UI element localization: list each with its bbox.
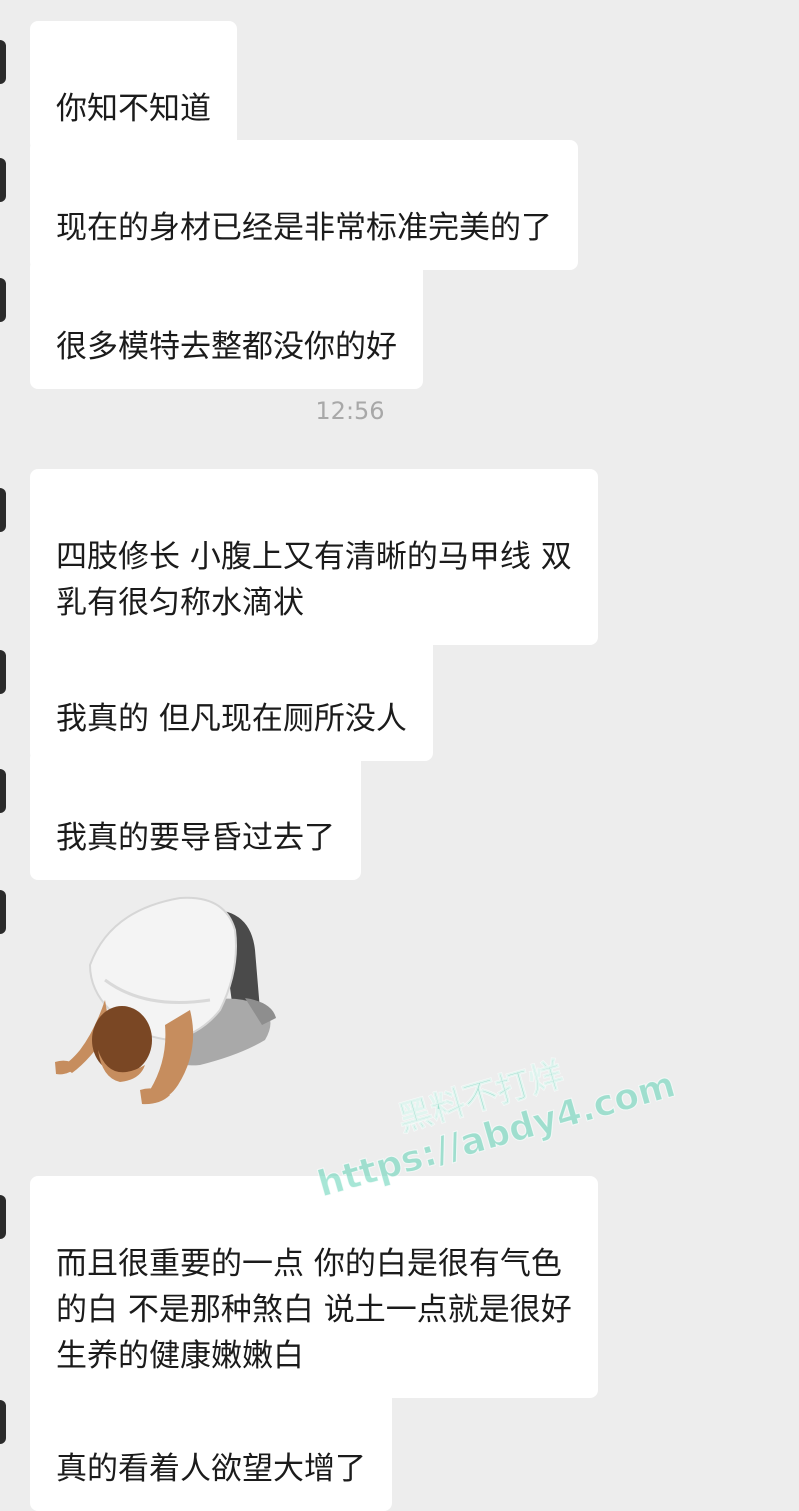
message-bubble[interactable]: 很多模特去整都没你的好 <box>30 259 423 389</box>
message-text: 现在的身材已经是非常标准完美的了 <box>56 210 552 246</box>
message-bubble[interactable]: 四肢修长 小腹上又有清晰的马甲线 双 乳有很匀称水滴状 <box>30 469 598 645</box>
message-text: 很多模特去整都没你的好 <box>56 329 397 365</box>
sender-avatar[interactable] <box>0 158 6 202</box>
message-text: 你知不知道 <box>56 91 211 127</box>
message-timestamp: 12:56 <box>315 397 385 425</box>
message-text: 而且很重要的一点 你的白是很有气色 的白 不是那种煞白 说土一点就是很好 生养的… <box>56 1246 572 1374</box>
sender-avatar[interactable] <box>0 890 6 934</box>
sender-avatar[interactable] <box>0 1195 6 1239</box>
message-bubble[interactable]: 我真的 但凡现在厕所没人 <box>30 631 433 761</box>
kneeling-bowing-man-sticker[interactable] <box>50 890 290 1130</box>
sender-avatar[interactable] <box>0 488 6 532</box>
message-bubble[interactable]: 真的看着人欲望大增了 <box>30 1381 392 1511</box>
message-text: 我真的要导昏过去了 <box>56 820 335 856</box>
message-bubble[interactable]: 现在的身材已经是非常标准完美的了 <box>30 140 578 270</box>
message-text: 真的看着人欲望大增了 <box>56 1451 366 1487</box>
sender-avatar[interactable] <box>0 650 6 694</box>
watermark-title: 黑料不打烊 <box>393 1054 568 1140</box>
sender-avatar[interactable] <box>0 1400 6 1444</box>
chat-message-list: 你知不知道 现在的身材已经是非常标准完美的了 很多模特去整都没你的好 12:56… <box>0 0 799 1511</box>
sender-avatar[interactable] <box>0 278 6 322</box>
sender-avatar[interactable] <box>0 769 6 813</box>
message-bubble[interactable]: 你知不知道 <box>30 21 237 151</box>
sender-avatar[interactable] <box>0 40 6 84</box>
message-bubble[interactable]: 我真的要导昏过去了 <box>30 750 361 880</box>
sticker-image <box>55 896 276 1105</box>
message-text: 四肢修长 小腹上又有清晰的马甲线 双 乳有很匀称水滴状 <box>56 539 572 621</box>
message-text: 我真的 但凡现在厕所没人 <box>56 701 407 737</box>
message-bubble[interactable]: 而且很重要的一点 你的白是很有气色 的白 不是那种煞白 说土一点就是很好 生养的… <box>30 1176 598 1398</box>
